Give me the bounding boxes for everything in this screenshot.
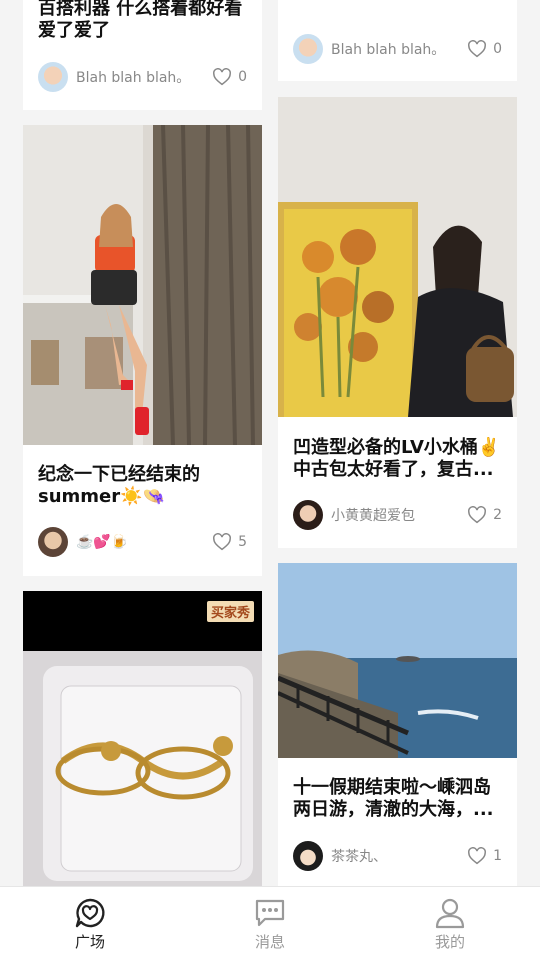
like-button[interactable]: 2 — [467, 506, 502, 524]
like-button[interactable]: 0 — [212, 68, 247, 86]
tab-label: 我的 — [434, 933, 465, 951]
seaside-photo — [278, 563, 517, 758]
post-photo[interactable] — [278, 563, 517, 758]
post-card[interactable]: 十一假期结束啦～嵊泗岛两日游，清澈的大海，... 茶茶丸、 1 — [278, 563, 517, 886]
jewelry-photo — [23, 591, 262, 886]
feed[interactable]: 百搭利器 什么搭着都好看 爱了爱了 Blah blah blah。 0 Blah… — [0, 0, 540, 886]
author-avatar[interactable] — [38, 527, 68, 557]
like-count: 0 — [493, 41, 502, 57]
post-card[interactable]: Blah blah blah。 0 — [278, 0, 517, 81]
heart-icon — [468, 847, 486, 865]
heart-icon — [468, 506, 486, 524]
like-count: 2 — [493, 507, 502, 523]
heart-icon — [468, 40, 486, 58]
post-title: 纪念一下已经结束的summer☀️👒 — [38, 464, 200, 507]
bottom-tab-bar: 广场 消息 我的 — [0, 886, 540, 960]
heart-icon — [213, 533, 231, 551]
author-name[interactable]: 茶茶丸、 — [331, 846, 467, 866]
profile-icon — [435, 898, 465, 929]
like-button[interactable]: 5 — [212, 533, 247, 551]
author-avatar[interactable] — [293, 34, 323, 64]
post-card[interactable]: 百搭利器 什么搭着都好看 爱了爱了 Blah blah blah。 0 — [23, 0, 262, 110]
like-count: 5 — [238, 534, 247, 550]
author-avatar[interactable] — [293, 841, 323, 871]
author-avatar[interactable] — [38, 62, 68, 92]
buyer-show-badge: 买家秀 — [206, 601, 254, 622]
post-photo[interactable] — [23, 125, 262, 445]
tab-label: 消息 — [254, 933, 285, 951]
tab-messages[interactable]: 消息 — [180, 887, 360, 960]
author-avatar[interactable] — [293, 500, 323, 530]
heart-icon — [213, 68, 231, 86]
author-name[interactable]: 小黄黄超爱包 — [331, 505, 467, 525]
like-button[interactable]: 0 — [467, 40, 502, 58]
post-photo[interactable]: 买家秀 — [23, 591, 262, 886]
author-name[interactable]: Blah blah blah。 — [331, 39, 467, 59]
like-button[interactable]: 1 — [467, 847, 502, 865]
author-name[interactable]: ☕️💕🍺 — [76, 534, 212, 550]
tab-profile[interactable]: 我的 — [360, 887, 540, 960]
like-count: 0 — [238, 69, 247, 85]
post-title: 凹造型必备的LV小水桶✌️中古包太好看了，复古... — [293, 437, 501, 480]
fitting-room-photo — [23, 125, 262, 445]
post-card[interactable]: 凹造型必备的LV小水桶✌️中古包太好看了，复古... 小黄黄超爱包 2 — [278, 97, 517, 548]
tab-square[interactable]: 广场 — [0, 887, 180, 960]
post-title: 百搭利器 什么搭着都好看 爱了爱了 — [38, 0, 243, 41]
post-title: 十一假期结束啦～嵊泗岛两日游，清澈的大海，... — [293, 777, 494, 820]
post-card[interactable]: 买家秀 — [23, 591, 262, 886]
post-card[interactable]: 纪念一下已经结束的summer☀️👒 ☕️💕🍺 5 — [23, 125, 262, 576]
author-name[interactable]: Blah blah blah。 — [76, 67, 212, 87]
message-icon — [255, 899, 285, 927]
heart-chat-icon — [75, 898, 105, 928]
sunflower-painting-photo — [278, 97, 517, 417]
like-count: 1 — [493, 848, 502, 864]
post-photo[interactable] — [278, 97, 517, 417]
tab-label: 广场 — [74, 933, 105, 951]
